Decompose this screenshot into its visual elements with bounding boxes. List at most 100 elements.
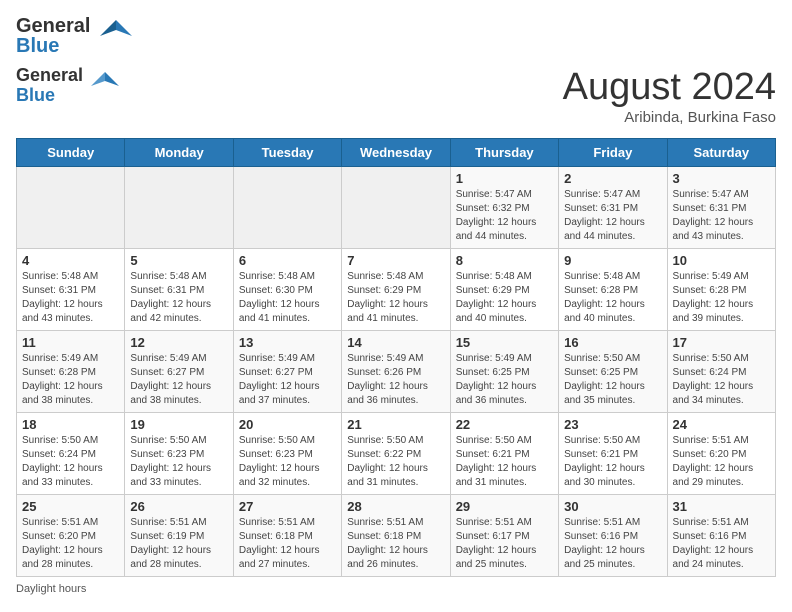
- day-number: 5: [130, 253, 227, 268]
- day-number: 9: [564, 253, 661, 268]
- day-info: Sunrise: 5:48 AM Sunset: 6:31 PM Dayligh…: [130, 270, 227, 326]
- calendar-day-cell: 10 Sunrise: 5:49 AM Sunset: 6:28 PM Dayli…: [667, 249, 775, 331]
- calendar-day-cell: 9 Sunrise: 5:48 AM Sunset: 6:28 PM Daylig…: [559, 249, 667, 331]
- calendar-day-cell: 8 Sunrise: 5:48 AM Sunset: 6:29 PM Daylig…: [450, 249, 558, 331]
- calendar-day-cell: 7Sunrise: 5:48 AM Sunset: 6:29 PM Daylig…: [342, 249, 450, 331]
- day-number: 31: [673, 499, 770, 514]
- logo-bird-svg: [89, 70, 121, 102]
- day-info: Sunrise: 5:50 AM Sunset: 6:22 PM Dayligh…: [347, 434, 444, 490]
- day-number: 18: [22, 417, 119, 432]
- day-number: 11: [22, 335, 119, 350]
- day-of-week-header: Monday: [125, 139, 233, 167]
- day-info: Sunrise: 5:49 AM Sunset: 6:27 PM Dayligh…: [239, 352, 336, 408]
- day-number: 19: [130, 417, 227, 432]
- day-number: 10: [673, 253, 770, 268]
- calendar-day-cell: 26 Sunrise: 5:51 AM Sunset: 6:19 PM Dayli…: [125, 495, 233, 577]
- logo-general-text: General: [16, 66, 83, 86]
- day-of-week-header: Thursday: [450, 139, 558, 167]
- calendar-day-cell: 22Sunrise: 5:50 AM Sunset: 6:21 PM Dayli…: [450, 413, 558, 495]
- calendar-week-row: 11 Sunrise: 5:49 AM Sunset: 6:28 PM Dayli…: [17, 331, 776, 413]
- day-info: Sunrise: 5:51 AM Sunset: 6:20 PM Dayligh…: [22, 516, 119, 572]
- title-block: August 2024 Aribinda, Burkina Faso: [563, 66, 776, 126]
- day-number: 26: [130, 499, 227, 514]
- day-info: Sunrise: 5:50 AM Sunset: 6:23 PM Dayligh…: [130, 434, 227, 490]
- calendar-day-cell: 3Sunrise: 5:47 AM Sunset: 6:31 PM Daylig…: [667, 167, 775, 249]
- day-info: Sunrise: 5:49 AM Sunset: 6:28 PM Dayligh…: [673, 270, 770, 326]
- day-info: Sunrise: 5:51 AM Sunset: 6:18 PM Dayligh…: [347, 516, 444, 572]
- day-info: Sunrise: 5:51 AM Sunset: 6:16 PM Dayligh…: [564, 516, 661, 572]
- day-info: Sunrise: 5:50 AM Sunset: 6:25 PM Dayligh…: [564, 352, 661, 408]
- calendar-day-cell: 13 Sunrise: 5:49 AM Sunset: 6:27 PM Dayli…: [233, 331, 341, 413]
- calendar-day-cell: 31 Sunrise: 5:51 AM Sunset: 6:16 PM Dayli…: [667, 495, 775, 577]
- calendar-day-cell: 11 Sunrise: 5:49 AM Sunset: 6:28 PM Dayli…: [17, 331, 125, 413]
- calendar-day-cell: 12Sunrise: 5:49 AM Sunset: 6:27 PM Dayli…: [125, 331, 233, 413]
- calendar-day-cell: 6Sunrise: 5:48 AM Sunset: 6:30 PM Daylig…: [233, 249, 341, 331]
- day-number: 21: [347, 417, 444, 432]
- calendar-day-cell: 20 Sunrise: 5:50 AM Sunset: 6:23 PM Dayli…: [233, 413, 341, 495]
- footer-note: Daylight hours: [16, 583, 776, 595]
- day-info: Sunrise: 5:51 AM Sunset: 6:16 PM Dayligh…: [673, 516, 770, 572]
- day-of-week-header: Wednesday: [342, 139, 450, 167]
- day-number: 16: [564, 335, 661, 350]
- logo-name: General Blue: [16, 66, 83, 106]
- calendar-day-cell: 1Sunrise: 5:47 AM Sunset: 6:32 PM Daylig…: [450, 167, 558, 249]
- calendar-day-cell: 2 Sunrise: 5:47 AM Sunset: 6:31 PM Daylig…: [559, 167, 667, 249]
- day-info: Sunrise: 5:48 AM Sunset: 6:29 PM Dayligh…: [456, 270, 553, 326]
- calendar-week-row: 4 Sunrise: 5:48 AM Sunset: 6:31 PM Daylig…: [17, 249, 776, 331]
- day-info: Sunrise: 5:50 AM Sunset: 6:21 PM Dayligh…: [456, 434, 553, 490]
- calendar-day-cell: 14Sunrise: 5:49 AM Sunset: 6:26 PM Dayli…: [342, 331, 450, 413]
- calendar-table: SundayMondayTuesdayWednesdayThursdayFrid…: [16, 138, 776, 577]
- day-number: 2: [564, 171, 661, 186]
- calendar-day-cell: 27Sunrise: 5:51 AM Sunset: 6:18 PM Dayli…: [233, 495, 341, 577]
- calendar-week-row: 18 Sunrise: 5:50 AM Sunset: 6:24 PM Dayli…: [17, 413, 776, 495]
- day-number: 20: [239, 417, 336, 432]
- day-info: Sunrise: 5:50 AM Sunset: 6:21 PM Dayligh…: [564, 434, 661, 490]
- day-info: Sunrise: 5:50 AM Sunset: 6:23 PM Dayligh…: [239, 434, 336, 490]
- day-info: Sunrise: 5:48 AM Sunset: 6:30 PM Dayligh…: [239, 270, 336, 326]
- logo-bird-icon: [98, 16, 134, 52]
- calendar-header-row: SundayMondayTuesdayWednesdayThursdayFrid…: [17, 139, 776, 167]
- day-number: 25: [22, 499, 119, 514]
- day-info: Sunrise: 5:50 AM Sunset: 6:24 PM Dayligh…: [673, 352, 770, 408]
- day-number: 15: [456, 335, 553, 350]
- calendar-day-cell: 4 Sunrise: 5:48 AM Sunset: 6:31 PM Daylig…: [17, 249, 125, 331]
- calendar-day-cell: [17, 167, 125, 249]
- day-info: Sunrise: 5:51 AM Sunset: 6:20 PM Dayligh…: [673, 434, 770, 490]
- calendar-week-row: 25 Sunrise: 5:51 AM Sunset: 6:20 PM Dayli…: [17, 495, 776, 577]
- calendar-day-cell: 29Sunrise: 5:51 AM Sunset: 6:17 PM Dayli…: [450, 495, 558, 577]
- day-number: 14: [347, 335, 444, 350]
- calendar-day-cell: 5 Sunrise: 5:48 AM Sunset: 6:31 PM Daylig…: [125, 249, 233, 331]
- calendar-day-cell: 30 Sunrise: 5:51 AM Sunset: 6:16 PM Dayli…: [559, 495, 667, 577]
- day-info: Sunrise: 5:48 AM Sunset: 6:28 PM Dayligh…: [564, 270, 661, 326]
- day-number: 3: [673, 171, 770, 186]
- calendar-day-cell: 19 Sunrise: 5:50 AM Sunset: 6:23 PM Dayli…: [125, 413, 233, 495]
- day-number: 17: [673, 335, 770, 350]
- day-info: Sunrise: 5:49 AM Sunset: 6:28 PM Dayligh…: [22, 352, 119, 408]
- day-info: Sunrise: 5:49 AM Sunset: 6:25 PM Dayligh…: [456, 352, 553, 408]
- day-of-week-header: Friday: [559, 139, 667, 167]
- day-number: 28: [347, 499, 444, 514]
- calendar-day-cell: 25 Sunrise: 5:51 AM Sunset: 6:20 PM Dayli…: [17, 495, 125, 577]
- calendar-day-cell: [342, 167, 450, 249]
- top-header: General Blue August 2024 Aribinda, Burki…: [16, 66, 776, 126]
- day-number: 13: [239, 335, 336, 350]
- day-number: 8: [456, 253, 553, 268]
- logo-block: General Blue: [16, 66, 121, 106]
- day-number: 7: [347, 253, 444, 268]
- day-number: 4: [22, 253, 119, 268]
- day-info: Sunrise: 5:47 AM Sunset: 6:31 PM Dayligh…: [564, 188, 661, 244]
- sub-title: Aribinda, Burkina Faso: [563, 109, 776, 126]
- day-of-week-header: Tuesday: [233, 139, 341, 167]
- calendar-day-cell: [233, 167, 341, 249]
- day-info: Sunrise: 5:48 AM Sunset: 6:31 PM Dayligh…: [22, 270, 119, 326]
- day-number: 30: [564, 499, 661, 514]
- day-number: 29: [456, 499, 553, 514]
- day-info: Sunrise: 5:51 AM Sunset: 6:18 PM Dayligh…: [239, 516, 336, 572]
- day-number: 12: [130, 335, 227, 350]
- day-info: Sunrise: 5:51 AM Sunset: 6:19 PM Dayligh…: [130, 516, 227, 572]
- calendar-day-cell: 15 Sunrise: 5:49 AM Sunset: 6:25 PM Dayli…: [450, 331, 558, 413]
- calendar-day-cell: 17 Sunrise: 5:50 AM Sunset: 6:24 PM Dayli…: [667, 331, 775, 413]
- day-info: Sunrise: 5:50 AM Sunset: 6:24 PM Dayligh…: [22, 434, 119, 490]
- day-number: 1: [456, 171, 553, 186]
- calendar-day-cell: 23Sunrise: 5:50 AM Sunset: 6:21 PM Dayli…: [559, 413, 667, 495]
